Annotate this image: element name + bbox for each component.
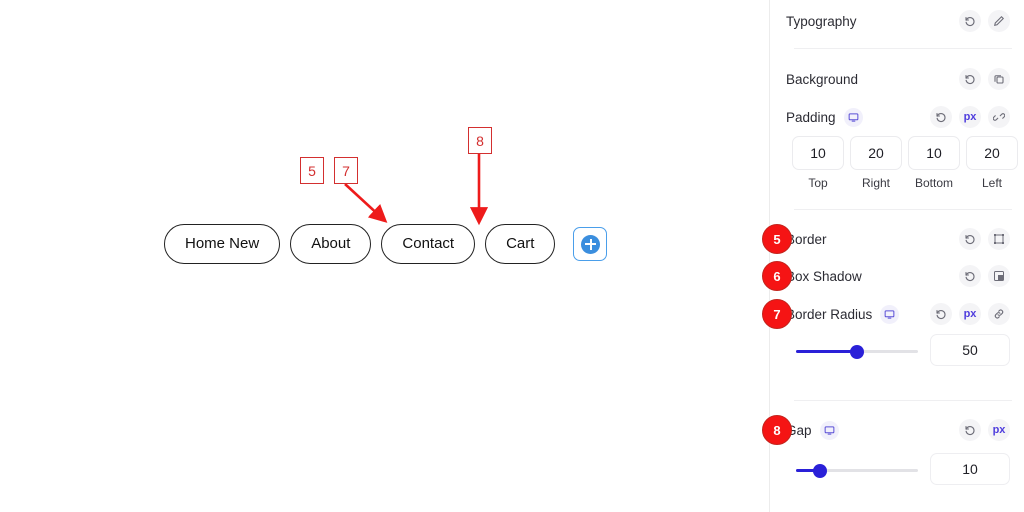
section-row-background[interactable]: Background (786, 64, 1024, 94)
nav-menu-widget[interactable]: Home New About Contact Cart (164, 224, 608, 264)
annotation-marker-5-label: 5 (308, 162, 316, 179)
border-square-icon[interactable] (988, 228, 1010, 250)
padding-top-input[interactable]: 10 (792, 136, 844, 170)
border-radius-slider-thumb[interactable] (850, 344, 864, 359)
annotation-marker-5: 5 (300, 157, 324, 184)
edit-pencil-icon[interactable] (988, 10, 1010, 32)
annotation-badge-5: 5 (762, 224, 792, 254)
unlink-icon[interactable] (988, 106, 1010, 128)
nav-item-contact[interactable]: Contact (381, 224, 476, 264)
nav-item-home-new[interactable]: Home New (164, 224, 281, 264)
section-label-padding: Padding (786, 109, 836, 125)
desktop-monitor-icon[interactable] (843, 107, 863, 127)
reset-icon[interactable] (930, 303, 952, 325)
annotation-badge-7: 7 (762, 299, 792, 329)
reset-icon[interactable] (930, 106, 952, 128)
section-actions-padding: px (930, 106, 1024, 128)
design-canvas: Home New About Contact Cart 5 7 8 (0, 0, 770, 512)
padding-fields: 10 Top 20 Right 10 Bottom 20 Left (792, 136, 1018, 190)
annotation-badge-6-label: 6 (773, 268, 781, 284)
section-label-box-shadow: Box Shadow (786, 268, 862, 284)
padding-field-left-cell: 20 Left (966, 136, 1018, 190)
border-radius-value-input[interactable]: 50 (930, 334, 1010, 366)
section-label-border-radius: Border Radius (786, 306, 873, 322)
plus-icon (580, 234, 600, 254)
section-row-padding[interactable]: Padding px (786, 102, 1024, 132)
section-actions-gap: px (959, 419, 1024, 441)
padding-bottom-input[interactable]: 10 (908, 136, 960, 170)
section-actions-box-shadow (959, 265, 1024, 287)
section-divider-1 (794, 48, 1012, 49)
annotation-badge-7-label: 7 (773, 306, 781, 322)
padding-left-input[interactable]: 20 (966, 136, 1018, 170)
desktop-monitor-icon[interactable] (819, 420, 839, 440)
unit-toggle-px[interactable]: px (988, 419, 1010, 441)
nav-item-about[interactable]: About (290, 224, 372, 264)
gap-slider-track[interactable] (796, 463, 918, 478)
padding-left-label: Left (981, 176, 1002, 190)
section-label-border: Border (786, 231, 827, 247)
annotation-badge-5-label: 5 (773, 231, 781, 247)
padding-right-input[interactable]: 20 (850, 136, 902, 170)
section-divider-3 (794, 400, 1012, 401)
section-row-gap[interactable]: Gap px (786, 415, 1024, 445)
reset-icon[interactable] (959, 10, 981, 32)
section-row-border[interactable]: Border (786, 224, 1024, 254)
style-settings-content: Typography Background Padding px 10 Top … (786, 0, 1024, 512)
padding-field-top-cell: 10 Top (792, 136, 844, 190)
section-actions-border (959, 228, 1024, 250)
section-actions-background (959, 68, 1024, 90)
copy-icon[interactable] (988, 68, 1010, 90)
annotation-marker-8: 8 (468, 127, 492, 154)
section-label-typography: Typography (786, 13, 857, 29)
add-nav-item-button[interactable] (573, 227, 608, 261)
gap-value-input[interactable]: 10 (930, 453, 1010, 485)
padding-top-label: Top (808, 176, 828, 190)
padding-bottom-label: Bottom (914, 176, 953, 190)
annotation-marker-7: 7 (334, 157, 358, 184)
reset-icon[interactable] (959, 228, 981, 250)
gap-slider-thumb[interactable] (813, 463, 828, 478)
link-icon[interactable] (988, 303, 1010, 325)
section-row-box-shadow[interactable]: Box Shadow (786, 261, 1024, 291)
annotation-marker-8-label: 8 (476, 132, 484, 149)
border-radius-slider-row: 50 (786, 334, 1024, 370)
desktop-monitor-icon[interactable] (880, 304, 900, 324)
section-row-typography[interactable]: Typography (786, 6, 1024, 36)
gap-slider-row: 10 (786, 453, 1024, 489)
annotation-badge-8: 8 (762, 415, 792, 445)
padding-right-label: Right (861, 176, 890, 190)
annotation-badge-8-label: 8 (773, 422, 781, 438)
section-divider-2 (794, 209, 1012, 210)
section-actions-typography (959, 10, 1024, 32)
border-radius-slider-fill (796, 350, 857, 353)
padding-field-right-cell: 20 Right (850, 136, 902, 190)
nav-item-cart[interactable]: Cart (485, 224, 556, 264)
shadow-square-icon[interactable] (988, 265, 1010, 287)
section-row-border-radius[interactable]: Border Radius px (786, 299, 1024, 329)
reset-icon[interactable] (959, 68, 981, 90)
reset-icon[interactable] (959, 419, 981, 441)
annotation-marker-7-label: 7 (342, 162, 350, 179)
annotation-badge-6: 6 (762, 261, 792, 291)
section-actions-border-radius: px (930, 303, 1024, 325)
border-radius-slider-track[interactable] (796, 344, 918, 359)
unit-toggle-px[interactable]: px (959, 303, 981, 325)
padding-field-bottom-cell: 10 Bottom (908, 136, 960, 190)
reset-icon[interactable] (959, 265, 981, 287)
section-label-background: Background (786, 71, 859, 87)
unit-toggle-px[interactable]: px (959, 106, 981, 128)
